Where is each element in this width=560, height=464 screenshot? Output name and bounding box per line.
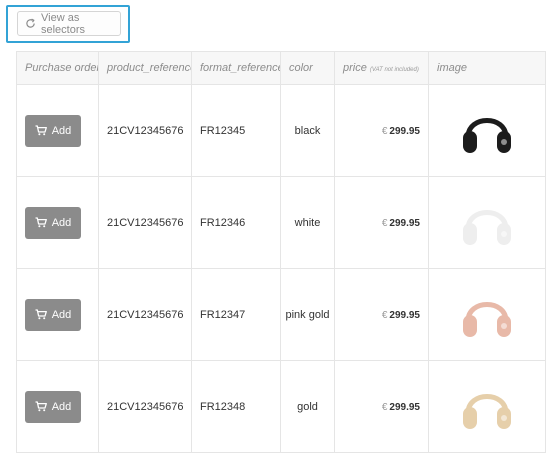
cart-icon: [35, 217, 47, 228]
add-to-cart-button[interactable]: Add: [25, 298, 81, 331]
header-price: price (VAT not included): [334, 51, 429, 85]
cart-icon: [35, 309, 47, 320]
add-button-label: Add: [51, 124, 72, 137]
add-button-label: Add: [51, 308, 72, 321]
headphones-image: [463, 209, 511, 245]
table-row: Add 21CV12345676 FR12345 black €299.95: [16, 84, 546, 177]
purchase-cell: Add: [16, 360, 99, 453]
image-cell: [428, 84, 546, 177]
format-reference-cell: FR12347: [191, 268, 281, 361]
headphones-image: [463, 117, 511, 153]
header-color: color: [280, 51, 335, 85]
add-button-label: Add: [51, 216, 72, 229]
refresh-icon: [26, 18, 35, 28]
product-reference-cell: 21CV12345676: [98, 268, 192, 361]
price-value: 299.95: [389, 125, 420, 137]
purchase-cell: Add: [16, 176, 99, 269]
format-reference-cell: FR12345: [191, 84, 281, 177]
cart-icon: [35, 125, 47, 136]
purchase-cell: Add: [16, 84, 99, 177]
image-cell: [428, 176, 546, 269]
headphones-image: [463, 301, 511, 337]
table-row: Add 21CV12345676 FR12346 white €299.95: [16, 176, 546, 269]
price-value: 299.95: [389, 401, 420, 413]
product-reference-cell: 21CV12345676: [98, 360, 192, 453]
header-price-label: price: [343, 62, 367, 74]
color-cell: white: [280, 176, 335, 269]
header-image: image: [428, 51, 546, 85]
currency-symbol: €: [381, 401, 388, 413]
price-cell: €299.95: [334, 176, 429, 269]
table-header-row: Purchase order product_reference format_…: [16, 51, 546, 85]
purchase-cell: Add: [16, 268, 99, 361]
color-cell: black: [280, 84, 335, 177]
price-value: 299.95: [389, 217, 420, 229]
format-reference-cell: FR12346: [191, 176, 281, 269]
currency-symbol: €: [381, 309, 388, 321]
currency-symbol: €: [381, 125, 388, 137]
product-reference-cell: 21CV12345676: [98, 84, 192, 177]
color-cell: gold: [280, 360, 335, 453]
table-row: Add 21CV12345676 FR12348 gold €299.95: [16, 360, 546, 453]
headphones-image: [463, 393, 511, 429]
price-value: 299.95: [389, 309, 420, 321]
cart-icon: [35, 401, 47, 412]
currency-symbol: €: [381, 217, 388, 229]
product-reference-cell: 21CV12345676: [98, 176, 192, 269]
image-cell: [428, 268, 546, 361]
add-to-cart-button[interactable]: Add: [25, 114, 81, 147]
header-format-reference: format_reference: [191, 51, 281, 85]
product-variants-table: Purchase order product_reference format_…: [16, 51, 546, 453]
add-to-cart-button[interactable]: Add: [25, 206, 81, 239]
table-row: Add 21CV12345676 FR12347 pink gold €299.…: [16, 268, 546, 361]
price-cell: €299.95: [334, 84, 429, 177]
view-as-selectors-button[interactable]: View as selectors: [17, 11, 121, 36]
header-price-note: (VAT not included): [369, 67, 419, 73]
add-to-cart-button[interactable]: Add: [25, 390, 81, 423]
header-product-reference: product_reference: [98, 51, 192, 85]
price-cell: €299.95: [334, 360, 429, 453]
header-purchase-order: Purchase order: [16, 51, 99, 85]
image-cell: [428, 360, 546, 453]
price-cell: €299.95: [334, 268, 429, 361]
view-as-selectors-label: View as selectors: [41, 11, 86, 36]
add-button-label: Add: [51, 400, 72, 413]
format-reference-cell: FR12348: [191, 360, 281, 453]
color-cell: pink gold: [280, 268, 335, 361]
